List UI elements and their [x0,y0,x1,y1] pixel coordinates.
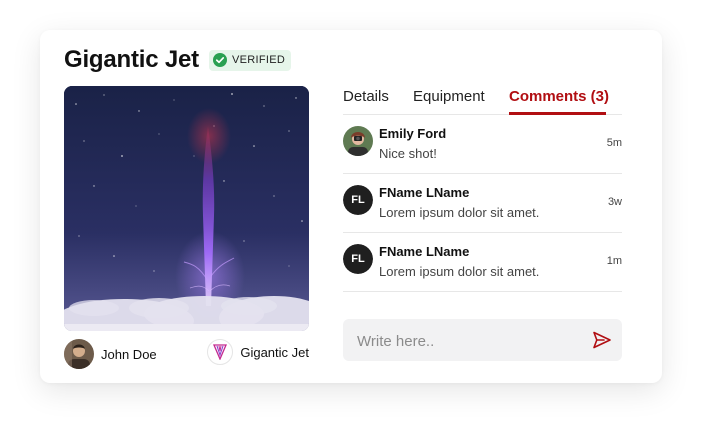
author-name: John Doe [101,346,157,362]
tab-bar: Details Equipment Comments (3) [343,86,622,115]
gigantic-jet-logo-icon [207,339,234,365]
avatar-initials: FL [343,244,373,274]
commenter-avatar: FL [343,244,373,274]
commenter-name[interactable]: Emily Ford [379,126,446,141]
category-name: Gigantic Jet [240,344,309,360]
comment-list: Emily Ford Nice shot! 5m FL FName LName … [343,115,622,292]
author-chip[interactable]: John Doe [64,339,157,369]
comment-time: 1m [606,255,622,267]
avatar-initials: FL [343,185,373,215]
page-title: Gigantic Jet [64,46,199,73]
tab-equipment[interactable]: Equipment [413,88,485,105]
tab-comments[interactable]: Comments (3) [509,88,609,105]
title-row: Gigantic Jet VERIFIED [64,46,292,74]
comment-item: FL FName LName Lorem ipsum dolor sit ame… [343,174,622,233]
comment-text: Nice shot! [379,146,437,161]
tab-details[interactable]: Details [343,88,389,105]
comment-text: Lorem ipsum dolor sit amet. [379,264,540,279]
comment-text: Lorem ipsum dolor sit amet. [379,205,540,220]
category-chip[interactable]: Gigantic Jet [207,339,309,365]
send-icon[interactable] [592,330,612,350]
comment-time: 5m [606,137,622,149]
commenter-avatar [343,126,373,156]
check-circle-icon [212,53,227,67]
commenter-name[interactable]: FName LName [379,244,469,259]
comment-item: FL FName LName Lorem ipsum dolor sit ame… [343,233,622,292]
comment-input[interactable] [355,319,579,363]
commenter-avatar: FL [343,185,373,215]
comment-time: 3w [607,196,622,208]
post-meta: John Doe Gigantic Jet [64,339,309,369]
commenter-name[interactable]: FName LName [379,185,469,200]
gigantic-jet-photo [64,86,309,331]
comment-item: Emily Ford Nice shot! 5m [343,115,622,174]
comment-composer [343,319,622,363]
verified-badge: VERIFIED [208,49,292,71]
badge-label: VERIFIED [231,54,286,66]
post-card: Gigantic Jet VERIFIED John Doe Gigantic … [40,30,662,383]
post-image[interactable] [64,86,309,331]
author-avatar [64,339,94,369]
